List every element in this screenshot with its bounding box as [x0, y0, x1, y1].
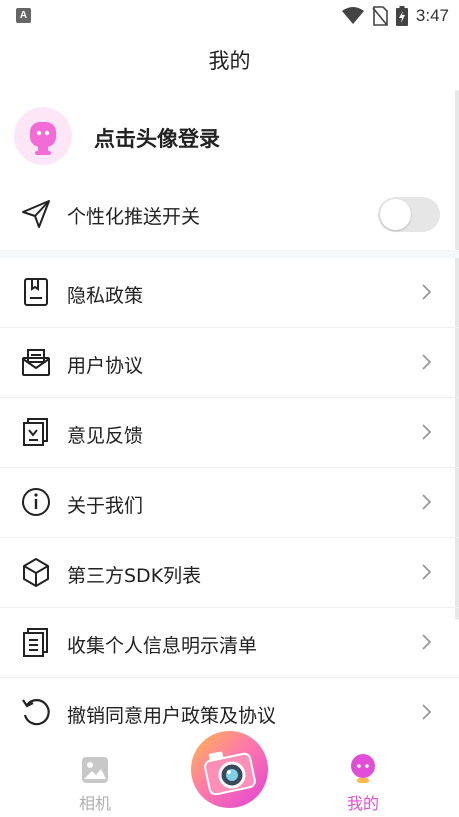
feedback-icon: [23, 418, 48, 446]
avatar[interactable]: [14, 107, 72, 165]
no-sim-icon: [372, 6, 388, 26]
menu-label: 关于我们: [67, 495, 144, 517]
menu-item-info-list[interactable]: 收集个人信息明示清单: [0, 608, 459, 678]
privacy-doc-icon: [24, 278, 48, 306]
push-toggle[interactable]: [378, 197, 440, 232]
chevron-right-icon: [422, 634, 432, 650]
battery-charging-icon: [395, 6, 408, 26]
menu-item-feedback[interactable]: 意见反馈: [0, 398, 459, 468]
profile-tab-icon: [351, 754, 375, 783]
clock: 3:47: [415, 6, 449, 25]
undo-icon: [22, 699, 50, 726]
toggle-knob: [380, 199, 411, 230]
push-setting-row: 个性化推送开关: [0, 182, 459, 248]
section-divider: [0, 250, 459, 258]
chevron-right-icon: [422, 354, 432, 370]
tab-me[interactable]: 我的: [335, 754, 391, 813]
tab-camera-label: 相机: [78, 794, 111, 813]
menu-label: 隐私政策: [67, 285, 144, 307]
wifi-icon: [341, 7, 364, 24]
avatar-icon: [30, 122, 56, 155]
chevron-right-icon: [422, 704, 432, 720]
profile-header[interactable]: 点击头像登录: [0, 100, 459, 174]
info-icon: [22, 488, 50, 516]
push-setting-label: 个性化推送开关: [67, 206, 201, 228]
menu-item-sdk-list[interactable]: 第三方SDK列表: [0, 538, 459, 608]
cube-icon: [23, 558, 49, 587]
chevron-right-icon: [422, 564, 432, 580]
menu-label: 收集个人信息明示清单: [67, 635, 258, 657]
chevron-right-icon: [422, 424, 432, 440]
menu-item-privacy[interactable]: 隐私政策: [0, 258, 459, 328]
menu-label: 意见反馈: [67, 425, 144, 447]
mail-agreement-icon: [22, 349, 50, 376]
camera-icon: [204, 751, 256, 796]
gallery-icon: [82, 757, 108, 783]
status-icons: 3:47: [341, 5, 449, 27]
login-prompt[interactable]: 点击头像登录: [94, 123, 220, 153]
tab-camera[interactable]: 相机: [67, 756, 123, 813]
menu-item-user-agreement[interactable]: 用户协议: [0, 328, 459, 398]
chevron-right-icon: [422, 494, 432, 510]
menu-item-about[interactable]: 关于我们: [0, 468, 459, 538]
status-bar: A 3:47: [0, 0, 459, 32]
chevron-right-icon: [422, 284, 432, 300]
tab-me-label: 我的: [346, 794, 379, 813]
menu-label: 撤销同意用户政策及协议: [67, 705, 277, 727]
camera-capture-button[interactable]: [191, 731, 268, 808]
menu-label: 用户协议: [67, 355, 144, 377]
document-list-icon: [23, 628, 48, 657]
settings-menu: 隐私政策 用户协议 意见反馈 关于我们 第三方SDK列表 收集个人信息明示清单 …: [0, 258, 459, 748]
send-icon: [22, 200, 50, 228]
notification-badge: A: [16, 8, 31, 23]
page-title: 我的: [208, 49, 251, 73]
menu-label: 第三方SDK列表: [67, 565, 202, 587]
